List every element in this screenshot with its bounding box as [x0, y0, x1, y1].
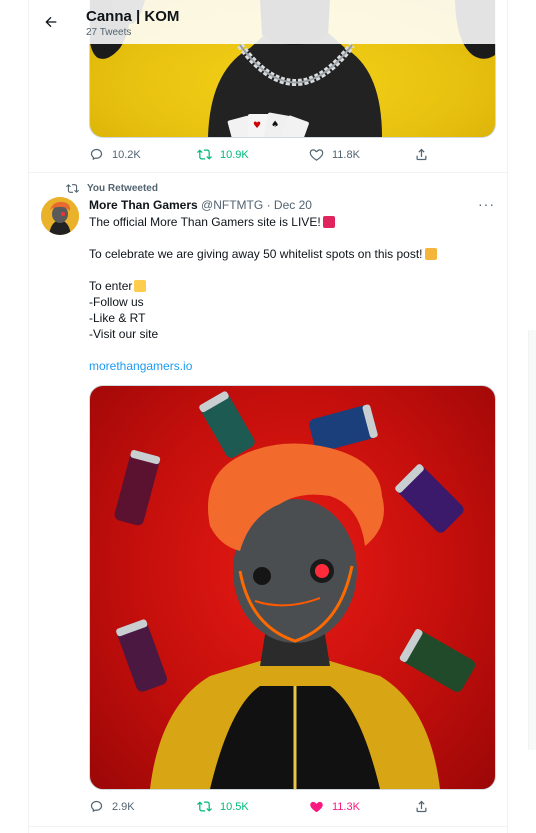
column-border-right [507, 0, 508, 833]
side-panel-edge [528, 330, 536, 750]
reply-count: 2.9K [112, 800, 135, 813]
reply-button[interactable]: 10.2K [89, 147, 141, 162]
retweet-count: 10.9K [220, 148, 249, 161]
retweet-icon [197, 801, 212, 812]
tweet-link[interactable]: morethangamers.io [89, 358, 192, 374]
back-button[interactable] [37, 8, 65, 36]
retweet-context: You Retweeted [66, 182, 158, 195]
tweet-date[interactable]: Dec 20 [274, 198, 312, 212]
author-handle[interactable]: @NFTMTG [201, 198, 263, 212]
share-icon [416, 800, 427, 813]
more-options-button[interactable]: ··· [478, 196, 495, 212]
reply-icon [90, 800, 103, 813]
retweet-icon [197, 149, 212, 160]
avatar-image [41, 197, 79, 235]
retweet-icon [66, 184, 79, 193]
date-separator: · [266, 198, 271, 212]
robot-gamer-illustration [114, 391, 476, 789]
like-count: 11.8K [332, 148, 360, 161]
retweet-button[interactable]: 10.9K [197, 147, 249, 162]
tweet-text: The official More Than Gamers site is LI… [89, 215, 321, 229]
reply-icon [90, 148, 103, 161]
share-button[interactable] [414, 147, 429, 162]
tweet-text-line: To celebrate we are giving away 50 white… [89, 246, 437, 262]
tweet-text-line: -Follow us [89, 295, 144, 309]
tweet-text-line: -Visit our site [89, 327, 159, 341]
tweet-actions: 2.9K 10.5K 11.3K [89, 799, 494, 819]
share-button[interactable] [414, 799, 429, 814]
like-button[interactable]: 11.3K [309, 799, 360, 814]
share-icon [416, 148, 427, 161]
avatar[interactable] [41, 197, 79, 235]
tweet-count: 27 Tweets [86, 27, 132, 38]
party-face-emoji-icon [424, 248, 437, 260]
svg-text:♠: ♠ [271, 120, 279, 130]
column-border-left [28, 0, 29, 833]
author-name[interactable]: More Than Gamers [89, 198, 198, 212]
reply-button[interactable]: 2.9K [89, 799, 135, 814]
retweet-button[interactable]: 10.5K [197, 799, 249, 814]
tweet-text: To enter [89, 279, 133, 293]
tweet-text: To celebrate we are giving away 50 white… [89, 247, 423, 261]
heart-outline-icon [309, 149, 324, 161]
svg-text:♥: ♥ [253, 121, 261, 131]
tweet-text-line: The official More Than Gamers site is LI… [89, 214, 335, 230]
tweet-media-image[interactable] [89, 385, 496, 790]
retweet-context-label: You Retweeted [87, 183, 158, 194]
like-button[interactable]: 11.8K [309, 147, 360, 162]
siren-emoji-icon [322, 216, 335, 228]
reply-count: 10.2K [112, 148, 141, 161]
tweet-text-line: -Like & RT [89, 311, 146, 325]
like-count: 11.3K [332, 800, 360, 813]
profile-header: Canna | KOM 27 Tweets [29, 0, 507, 44]
tweet-actions: 10.2K 10.9K 11.8K [89, 147, 494, 167]
retweet-count: 10.5K [220, 800, 249, 813]
tweet-author-row: More Than Gamers @NFTMTG · Dec 20 [89, 198, 312, 212]
arrow-left-icon [45, 16, 57, 28]
tweet-divider [29, 826, 507, 827]
page-title: Canna | KOM [86, 8, 180, 25]
tweet-text-line: To enter [89, 278, 147, 294]
tweet-divider [29, 172, 507, 173]
pointing-down-emoji-icon [134, 280, 147, 292]
heart-filled-icon [310, 801, 323, 813]
